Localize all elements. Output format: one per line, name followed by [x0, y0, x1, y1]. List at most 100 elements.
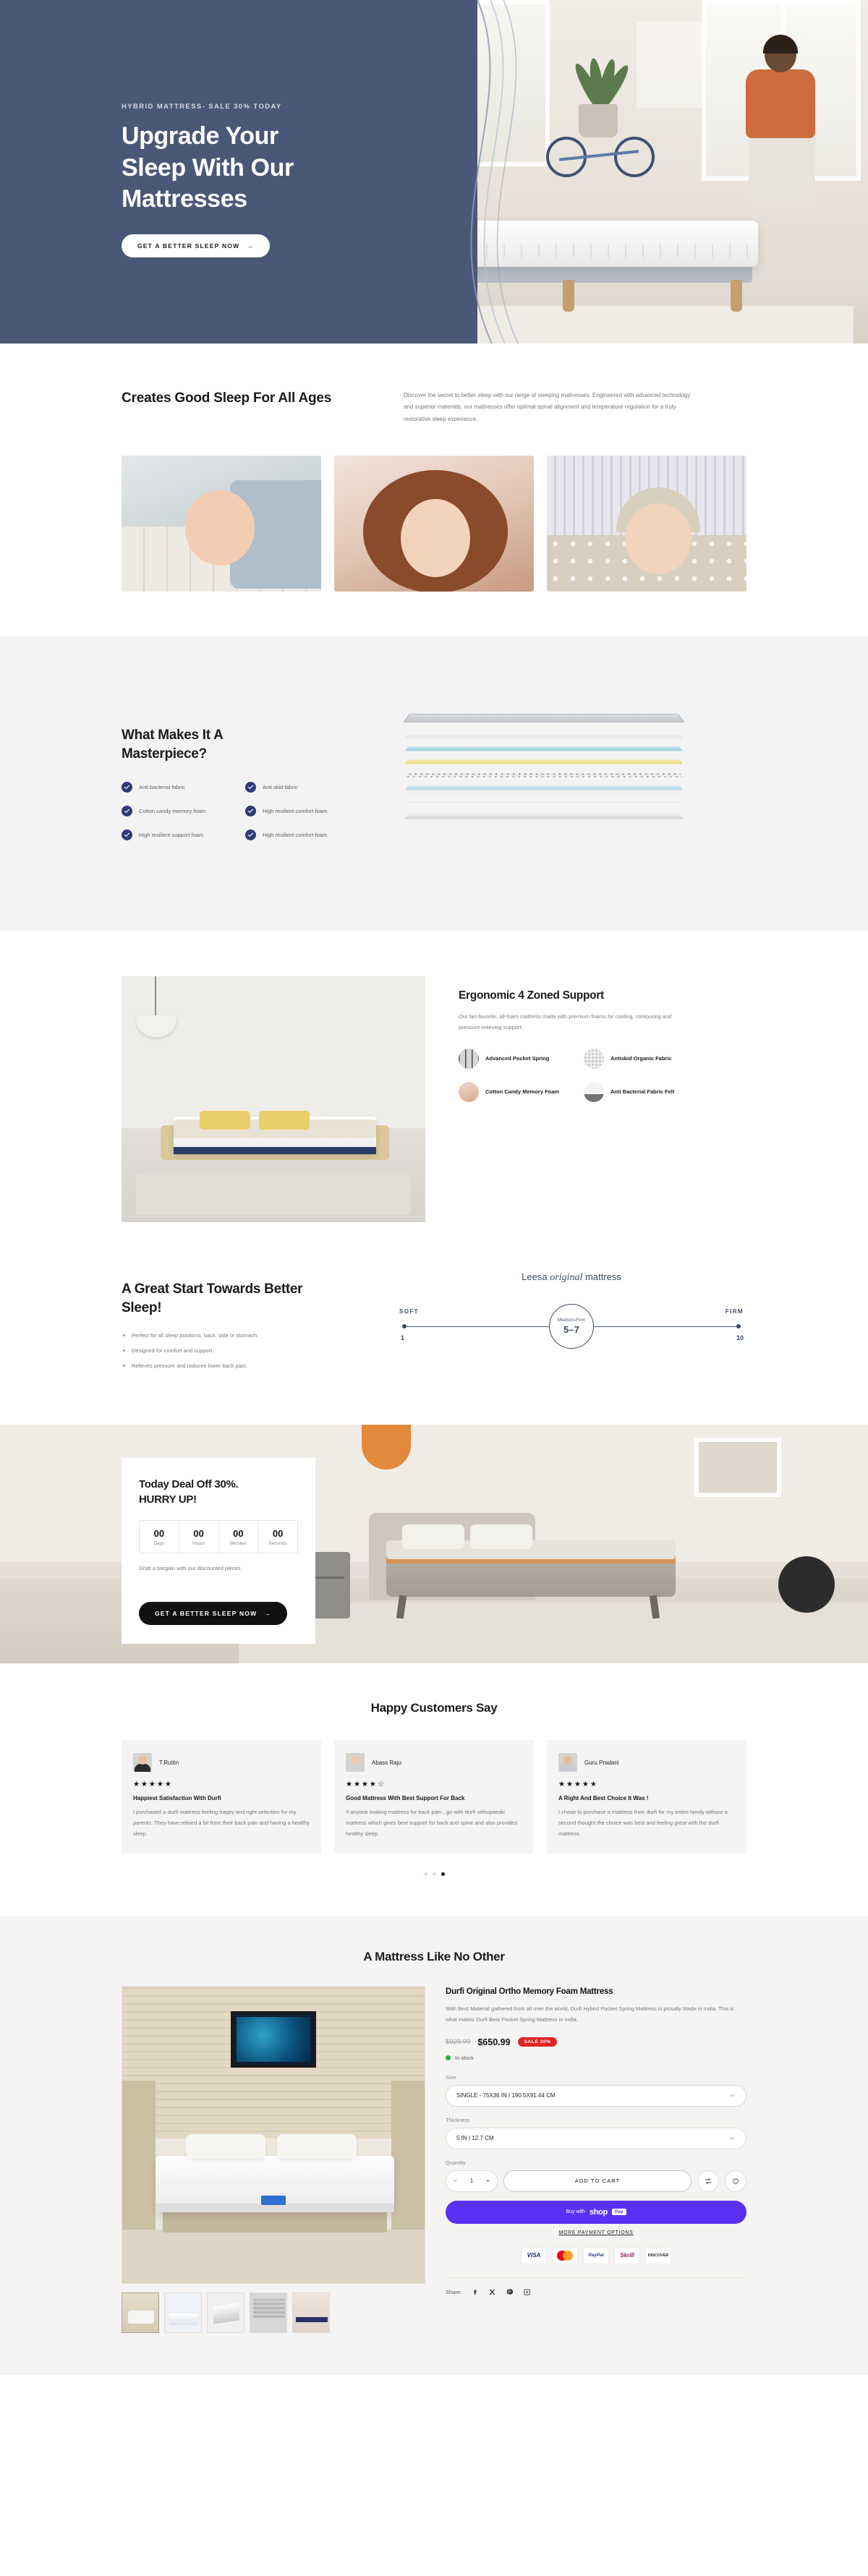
quantity-increase-button[interactable]: +	[486, 2178, 490, 2184]
facebook-icon[interactable]	[471, 2288, 479, 2296]
divider	[446, 2277, 746, 2278]
hero-title-line-3: Mattresses	[122, 185, 247, 213]
all-ages-image-grid	[0, 456, 868, 592]
hero-title: Upgrade Your Sleep With Our Mattresses	[122, 121, 411, 216]
testimonial-heading: Good Mattress With Best Support For Back	[346, 1795, 465, 1802]
arrow-right-icon: →	[264, 1610, 272, 1618]
firmness-endpoint-left	[402, 1324, 407, 1329]
great-start-bullet-list: Perfect for all sleep positions, back, s…	[122, 1331, 360, 1370]
countdown-days: 00 Days	[140, 1521, 179, 1553]
carousel-dots[interactable]	[0, 1872, 868, 1877]
person-sitting	[727, 35, 839, 205]
feature-item: High resilient comfort foam	[245, 806, 360, 817]
feature-label: High resilient comfort foam	[263, 832, 328, 839]
age-image-woman	[334, 456, 534, 592]
countdown-minutes-label: Minutes	[229, 1541, 247, 1547]
quantity-decrease-button[interactable]: −	[454, 2178, 457, 2184]
rating-stars: ★★★★★	[133, 1780, 173, 1789]
copy-link-icon[interactable]	[523, 2288, 531, 2296]
wishlist-button[interactable]	[725, 2170, 746, 2192]
testimonial-author: Guru Pradani	[584, 1759, 619, 1766]
x-twitter-icon[interactable]	[488, 2288, 496, 2296]
testimonial-body: I chose to purchase a mattress from durf…	[558, 1809, 728, 1837]
visa-icon: VISA	[521, 2246, 547, 2264]
testimonial-body: If anyone looking mattress for back pain…	[346, 1809, 518, 1837]
skrill-icon: Skrill	[614, 2246, 640, 2264]
product-thumbnail-3[interactable]	[207, 2293, 244, 2334]
more-payment-options-link[interactable]: MORE PAYMENT OPTIONS	[446, 2230, 746, 2235]
testimonial-card: Guru Pradani ★★★★★ A Right And Best Choi…	[547, 1740, 746, 1854]
ergonomic-description: Our fan-favorite, all-foam mattress made…	[459, 1013, 672, 1031]
ergonomic-feature-label: Antiskid Organic Fabric	[610, 1055, 672, 1062]
product-thumbnail-1[interactable]	[122, 2293, 159, 2334]
ergonomic-feature-item: Cotton Candy Memory Foam	[459, 1082, 572, 1103]
share-row: Share:	[446, 2288, 746, 2296]
firmness-scale: Leesa original mattress SOFT FIRM 1 10 M…	[396, 1271, 746, 1357]
masterpiece-title: What Makes It A Masterpiece?	[122, 726, 360, 763]
thickness-label: Thickness	[446, 2116, 470, 2123]
felt-icon	[584, 1082, 604, 1103]
compare-button[interactable]	[697, 2170, 719, 2192]
deal-subtitle: Grab a bargain with our discounted piece…	[139, 1565, 241, 1572]
size-label: Size	[446, 2073, 456, 2081]
testimonial-body: I purchased a durfi mattress feeling hap…	[133, 1809, 310, 1837]
check-circle-icon	[245, 806, 256, 817]
firmness-brand-label: Leesa original mattress	[396, 1271, 746, 1284]
check-circle-icon	[245, 829, 256, 841]
firmness-brand: Leesa	[522, 1271, 548, 1283]
carousel-dot-1[interactable]	[423, 1872, 427, 1877]
chevron-down-icon	[730, 2094, 735, 2097]
ergonomic-feature-label: Cotton Candy Memory Foam	[485, 1088, 560, 1096]
thickness-select[interactable]: 5 IN I 12.7 CM	[446, 2127, 746, 2149]
bicycle	[546, 119, 655, 177]
carousel-dot-2[interactable]	[432, 1872, 436, 1877]
pinterest-icon[interactable]	[506, 2288, 514, 2296]
ergonomic-section: Ergonomic 4 Zoned Support Our fan-favori…	[0, 931, 868, 1265]
all-ages-header: Creates Good Sleep For All Ages Discover…	[0, 390, 868, 425]
countdown-seconds: 00 Seconds	[258, 1521, 297, 1553]
add-to-cart-button[interactable]: ADD TO CART	[503, 2170, 692, 2192]
bullet-item: Relieves pressure and reduces lower back…	[122, 1362, 360, 1370]
product-gallery	[122, 1986, 425, 2334]
side-table	[778, 1556, 835, 1613]
chevron-down-icon	[730, 2137, 735, 2140]
testimonial-heading: A Right And Best Choice It Was !	[558, 1795, 649, 1802]
age-image-baby	[122, 456, 321, 592]
countdown-hours-label: Hours	[192, 1541, 205, 1547]
masterpiece-title-line-1: What Makes It A	[122, 728, 224, 743]
compare-icon	[705, 2178, 712, 2184]
tv-screen	[231, 2011, 316, 2068]
check-circle-icon	[122, 829, 132, 841]
stock-dot-icon	[446, 2055, 451, 2060]
mattress-layers-image	[389, 687, 746, 875]
countdown-timer: 00 Days 00 Hours 00 Minutes 00 Seconds	[139, 1520, 298, 1554]
testimonial-card: Abass Raju ★★★★☆ Good Mattress With Best…	[334, 1740, 534, 1854]
product-thumbnail-5[interactable]	[292, 2293, 330, 2334]
deal-cta-button[interactable]: GET A BETTER SLEEP NOW →	[139, 1602, 288, 1626]
shelf	[637, 22, 702, 108]
countdown-seconds-label: Seconds	[268, 1541, 287, 1547]
product-thumbnail-2[interactable]	[164, 2293, 202, 2334]
size-select[interactable]: SINGLE - 75X36 IN I 190.5X91.44 CM	[446, 2084, 746, 2107]
discover-icon: DISCOVER	[645, 2246, 671, 2264]
deal-card: Today Deal Off 30%. HURRY UP! 00 Days 00…	[122, 1458, 315, 1645]
deal-cta-label: GET A BETTER SLEEP NOW	[155, 1610, 258, 1618]
quantity-label: Quantity	[446, 2159, 466, 2166]
masterpiece-section: What Makes It A Masterpiece? Anti bacter…	[0, 636, 868, 932]
ergonomic-feature-label: Anti Bacterial Fabric Felt	[610, 1088, 675, 1096]
carousel-dot-3[interactable]	[441, 1872, 445, 1877]
hero-cta-button[interactable]: GET A BETTER SLEEP NOW →	[122, 234, 271, 257]
paypal-label: PayPal	[588, 2253, 604, 2259]
great-start-section: A Great Start Towards Better Sleep! Perf…	[0, 1264, 868, 1425]
product-title: Durfi Original Ortho Memory Foam Mattres…	[446, 1987, 613, 1997]
quantity-stepper[interactable]: − 1 +	[446, 2170, 498, 2192]
product-thumbnail-4[interactable]	[250, 2293, 287, 2334]
buy-with-shop-pay-button[interactable]: Buy with shop Pay	[446, 2200, 746, 2224]
antiskid-fabric-icon	[584, 1049, 604, 1070]
deal-title: Today Deal Off 30%. HURRY UP!	[139, 1477, 298, 1507]
ergonomic-feature-item: Antiskid Organic Fabric	[584, 1049, 697, 1070]
testimonials-list: T.Ruttin ★★★★★ Happiest Satisfaction Wit…	[0, 1740, 868, 1854]
hero-section: HYBRID MATTRESS- SALE 30% TODAY Upgrade …	[0, 0, 868, 344]
product-main-image[interactable]	[122, 1986, 425, 2285]
testimonials-title: Happy Customers Say	[370, 1701, 498, 1715]
